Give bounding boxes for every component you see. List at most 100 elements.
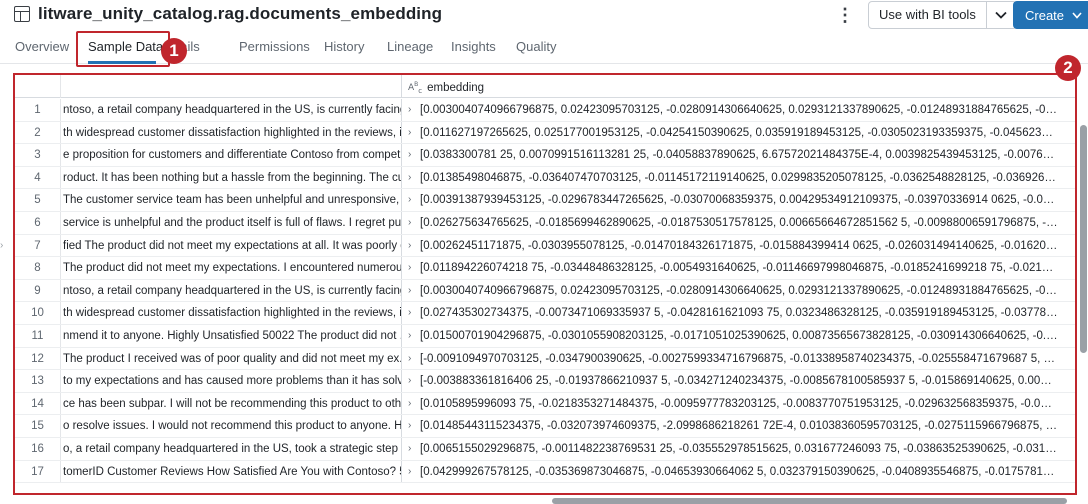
- embedding-cell[interactable]: › [0.027435302734375, -0.0073471069335937…: [408, 302, 1058, 324]
- embedding-value: [0.0065155029296875, -0.0011482238769531…: [420, 442, 1058, 455]
- row-number: 11: [15, 324, 61, 347]
- expand-chevron-icon[interactable]: ›: [408, 257, 416, 279]
- horizontal-scrollbar[interactable]: [552, 498, 1067, 504]
- embedding-cell[interactable]: › [0.00391387939453125, -0.02967834472656…: [408, 189, 1058, 211]
- text-cell[interactable]: th widespread customer dissatisfaction h…: [61, 302, 402, 324]
- table-row[interactable]: 3e proposition for customers and differe…: [15, 144, 1075, 167]
- embedding-cell[interactable]: › [-0.003883361816406 25, -0.019378662109…: [408, 370, 1058, 392]
- table-row[interactable]: 5 The customer service team has been unhe…: [15, 189, 1075, 212]
- tab-lineage[interactable]: Lineage: [387, 39, 433, 54]
- row-number: 4: [15, 166, 61, 189]
- row-number: 10: [15, 302, 61, 324]
- vertical-scrollbar[interactable]: [1080, 125, 1087, 353]
- expand-chevron-icon[interactable]: ›: [408, 393, 416, 415]
- expand-chevron-icon[interactable]: ›: [408, 461, 416, 483]
- table-row[interactable]: 6 service is unhelpful and the product it…: [15, 211, 1075, 235]
- table-row[interactable]: 11 nmend it to anyone. Highly Unsatisfied…: [15, 324, 1075, 348]
- table-row[interactable]: 14 ce has been subpar. I will not be reco…: [15, 392, 1075, 416]
- embedding-value: [-0.0091094970703125, -0.0347900390625, …: [420, 352, 1058, 365]
- row-number: 3: [15, 144, 61, 166]
- text-cell[interactable]: e proposition for customers and differen…: [61, 144, 402, 166]
- embedding-cell[interactable]: › [0.026275634765625, -0.0185699462890625…: [408, 212, 1058, 234]
- embedding-cell[interactable]: › [0.01500701904296875, -0.03010559082031…: [408, 325, 1058, 347]
- table-row[interactable]: 9 ntoso, a retail company headquartered i…: [15, 279, 1075, 303]
- text-cell[interactable]: The product I received was of poor quali…: [61, 347, 402, 370]
- create-button[interactable]: Create: [1013, 1, 1088, 29]
- text-cell[interactable]: o resolve issues. I would not recommend …: [61, 415, 402, 437]
- text-column-header[interactable]: [61, 75, 402, 98]
- tab-permissions[interactable]: Permissions: [239, 39, 310, 54]
- embedding-cell[interactable]: › [0.0030040740966796875, 0.0242309570312…: [408, 99, 1058, 121]
- text-cell[interactable]: ntoso, a retail company headquartered in…: [61, 99, 402, 121]
- embedding-cell[interactable]: › [0.042999267578125, -0.035369873046875,…: [408, 461, 1058, 483]
- chevron-down-icon: [995, 11, 1007, 19]
- table-row[interactable]: 2th widespread customer dissatisfaction …: [15, 121, 1075, 145]
- tab-insights[interactable]: Insights: [451, 39, 496, 54]
- embedding-cell[interactable]: › [0.00262451171875, -0.0303955078125, -0…: [408, 235, 1058, 257]
- tab-history[interactable]: History: [324, 39, 364, 54]
- row-number: 6: [15, 211, 61, 234]
- table-row[interactable]: 8 The product did not meet my expectation…: [15, 257, 1075, 280]
- table-row[interactable]: 17 tomerID Customer Reviews How Satisfied…: [15, 460, 1075, 484]
- embedding-cell[interactable]: › [0.01385498046875, -0.036407470703125, …: [408, 167, 1058, 189]
- table-row[interactable]: 13 to my expectations and has caused more…: [15, 370, 1075, 393]
- expand-chevron-icon[interactable]: ›: [408, 348, 416, 370]
- text-cell[interactable]: ce has been subpar. I will not be recomm…: [61, 392, 402, 415]
- embedding-value: [0.027435302734375, -0.0073471069335937 …: [420, 307, 1058, 320]
- embedding-cell[interactable]: › [0.01485443115234375, -0.03207397460937…: [408, 415, 1058, 437]
- expand-chevron-icon[interactable]: ›: [408, 189, 416, 211]
- embedding-cell[interactable]: › [0.011627197265625, 0.025177001953125, …: [408, 122, 1058, 144]
- embedding-cell[interactable]: › [0.0105895996093 75, -0.021835327148437…: [408, 393, 1058, 415]
- use-with-bi-tools-button[interactable]: Use with BI tools: [868, 1, 987, 29]
- embedding-cell[interactable]: › [0.0383300781 25, 0.0070991516113281 25…: [408, 144, 1058, 166]
- embedding-column-header[interactable]: ABc embedding: [408, 80, 484, 96]
- embedding-cell[interactable]: › [0.0030040740966796875, 0.0242309570312…: [408, 280, 1058, 302]
- table-row[interactable]: 16 o, a retail company headquartered in t…: [15, 437, 1075, 461]
- expand-chevron-icon[interactable]: ›: [408, 212, 416, 234]
- text-cell[interactable]: roduct. It has been nothing but a hassle…: [61, 166, 402, 189]
- text-cell[interactable]: o, a retail company headquartered in the…: [61, 437, 402, 460]
- embedding-value: [0.00262451171875, -0.0303955078125, -0.…: [420, 239, 1058, 252]
- expand-chevron-icon[interactable]: ›: [408, 167, 416, 189]
- table-row[interactable]: 12 The product I received was of poor qua…: [15, 347, 1075, 371]
- table-row[interactable]: 1 ntoso, a retail company headquartered i…: [15, 99, 1075, 122]
- tab-overview[interactable]: Overview: [15, 39, 69, 54]
- tab-quality[interactable]: Quality: [516, 39, 556, 54]
- expand-chevron-icon[interactable]: ›: [408, 302, 416, 324]
- text-cell[interactable]: fied The product did not meet my expecta…: [61, 234, 402, 257]
- expand-chevron-icon[interactable]: ›: [408, 370, 416, 392]
- table-row[interactable]: 4 roduct. It has been nothing but a hassl…: [15, 166, 1075, 190]
- embedding-value: [0.042999267578125, -0.035369873046875, …: [420, 465, 1058, 478]
- text-cell[interactable]: to my expectations and has caused more p…: [61, 370, 402, 392]
- expand-chevron-icon[interactable]: ›: [408, 415, 416, 437]
- expand-chevron-icon[interactable]: ›: [408, 99, 416, 121]
- row-number: 14: [15, 392, 61, 415]
- text-cell[interactable]: The customer service team has been unhel…: [61, 189, 402, 211]
- text-cell[interactable]: service is unhelpful and the product its…: [61, 211, 402, 234]
- embedding-value: [0.026275634765625, -0.0185699462890625,…: [420, 216, 1058, 229]
- embedding-value: [-0.003883361816406 25, -0.0193786621093…: [420, 375, 1058, 388]
- expand-chevron-icon[interactable]: ›: [408, 122, 416, 144]
- embedding-cell[interactable]: › [-0.0091094970703125, -0.0347900390625,…: [408, 348, 1058, 370]
- table-row[interactable]: 7 fied The product did not meet my expect…: [15, 234, 1075, 258]
- text-cell[interactable]: The product did not meet my expectations…: [61, 257, 402, 279]
- collapse-handle-icon[interactable]: ›: [0, 240, 3, 251]
- expand-chevron-icon[interactable]: ›: [408, 235, 416, 257]
- text-cell[interactable]: th widespread customer dissatisfaction h…: [61, 121, 402, 144]
- bi-tools-button-group: Use with BI tools: [868, 1, 1017, 29]
- text-cell[interactable]: tomerID Customer Reviews How Satisfied A…: [61, 460, 402, 483]
- expand-chevron-icon[interactable]: ›: [408, 325, 416, 347]
- table-row[interactable]: 10th widespread customer dissatisfaction…: [15, 302, 1075, 325]
- more-options-icon[interactable]: ⋮: [836, 6, 854, 26]
- expand-chevron-icon[interactable]: ›: [408, 144, 416, 166]
- table-row[interactable]: 15 o resolve issues. I would not recommen…: [15, 415, 1075, 438]
- expand-chevron-icon[interactable]: ›: [408, 280, 416, 302]
- text-cell[interactable]: nmend it to anyone. Highly Unsatisfied 5…: [61, 324, 402, 347]
- text-cell[interactable]: ntoso, a retail company headquartered in…: [61, 279, 402, 302]
- embedding-cell[interactable]: › [0.0065155029296875, -0.001148223876953…: [408, 438, 1058, 460]
- row-number: 12: [15, 347, 61, 370]
- expand-chevron-icon[interactable]: ›: [408, 438, 416, 460]
- sample-data-table: ABc embedding 1 ntoso, a retail company h…: [15, 75, 1075, 493]
- embedding-cell[interactable]: › [0.011894226074218 75, -0.0344848632812…: [408, 257, 1058, 279]
- create-button-label: Create: [1025, 7, 1065, 23]
